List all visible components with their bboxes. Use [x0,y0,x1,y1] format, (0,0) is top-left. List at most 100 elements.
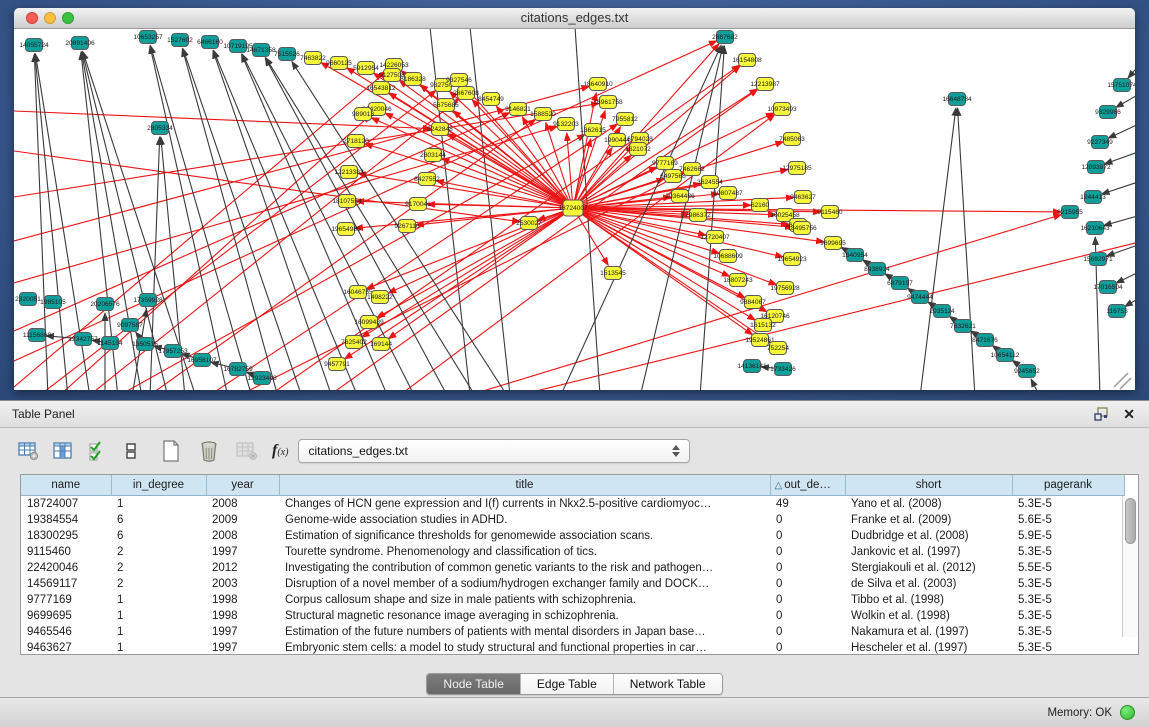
fx-x: (x) [277,447,288,458]
column-header[interactable]: short [845,475,1012,496]
select-columns-button[interactable] [84,439,110,463]
graph-node-label: 2887682 [712,34,738,41]
graph-node-label: 9242848 [427,126,453,133]
graph-node-label: 10973493 [767,106,797,113]
resize-grip[interactable] [1114,373,1131,389]
table-mode-button[interactable] [16,439,42,463]
column-header[interactable]: name [21,475,111,496]
table-row[interactable]: 1830029562008Estimation of significance … [21,528,1124,544]
table-cell: 2003 [206,576,279,592]
close-panel-icon[interactable]: ✕ [1123,407,1135,421]
function-builder-button[interactable]: f(x) [272,442,288,460]
table-cell: 1997 [206,544,279,560]
table-selector-value: citations_edges.txt [299,444,667,458]
table-cell: Jankovic et al. (1997) [845,544,1012,560]
table-cell: Estimation of the future numbers of pati… [279,624,770,640]
column-header[interactable]: year [206,475,279,496]
table-cell: 1 [111,624,206,640]
table-panel-header: Table Panel ✕ [0,400,1149,428]
graph-edge [1116,93,1135,108]
table-vertical-scrollbar[interactable] [1122,496,1138,637]
graph-node-label: 10688609 [713,253,743,260]
create-column-button[interactable] [158,439,184,463]
table-cell: 5.3E-5 [1012,576,1124,592]
table-row[interactable]: 977716911998Corpus callosum shape and si… [21,592,1124,608]
graph-node-label: 6497568 [660,173,686,180]
graph-node-label: 16961758 [593,99,623,106]
column-header[interactable]: in_degree [111,475,206,496]
tab-edge-table[interactable]: Edge Table [521,674,614,694]
table-row[interactable]: 1456911722003Disruption of a novel membe… [21,576,1124,592]
graph-node-label: 14136141 [737,363,767,370]
table-cell: Wolkin et al. (1998) [845,608,1012,624]
table-cell: 0 [770,624,845,640]
tab-network-table[interactable]: Network Table [614,674,722,694]
table-row[interactable]: 969969511998Structural magnetic resonanc… [21,608,1124,624]
column-header[interactable]: △out_de… [770,475,845,496]
graph-node-label: 9245652 [1014,368,1040,375]
row-height-button[interactable] [118,439,144,463]
table-row[interactable]: 946362711997Embryonic stem cells: a mode… [21,640,1124,655]
graph-node-label: 17957253 [158,348,188,355]
window-titlebar[interactable]: citations_edges.txt [14,8,1135,29]
graph-node-label: 7515526 [274,51,300,58]
table-cell: 5.3E-5 [1012,640,1124,655]
table-row[interactable]: 1938455462009Genome-wide association stu… [21,512,1124,528]
graph-node-label: 10807487 [713,190,743,197]
table-cell: 9463627 [21,640,111,655]
table-cell: 19384554 [21,512,111,528]
table-cell: 2008 [206,496,279,513]
table-cell: Corpus callosum shape and size in male p… [279,592,770,608]
graph-node-label: 16782759 [223,366,253,373]
graph-node-label: 16210643 [1080,225,1110,232]
graph-node-label: 9699695 [820,240,846,247]
show-columns-button[interactable] [50,439,76,463]
table-cell: Investigating the contribution of common… [279,560,770,576]
graph-edge [1116,271,1135,283]
column-header[interactable]: title [279,475,770,496]
graph-node-label: 16099489 [354,319,384,326]
graph-edge [210,124,618,390]
table-cell: Genome-wide association studies in ADHD. [279,512,770,528]
table-selector-dropdown[interactable]: citations_edges.txt [298,439,690,463]
graph-node-label: 18107554 [332,198,362,205]
delete-column-button[interactable] [196,439,222,463]
graph-node-label: 62160 [751,202,770,209]
graph-node-label: 7986372 [685,212,711,219]
graph-node-label: 7463822 [300,55,326,62]
table-row[interactable]: 911546021997Tourette syndrome. Phenomeno… [21,544,1124,560]
network-canvas[interactable]: 1405572420891406106532571527602646616010… [14,29,1135,390]
graph-node-label: 16154808 [732,57,762,64]
graph-node-label: 7632621 [950,323,976,330]
graph-edge [1108,123,1135,138]
table-row[interactable]: 2242004622012Investigating the contribut… [21,560,1124,576]
scrollbar-thumb[interactable] [1125,498,1136,544]
table-row[interactable]: 1872400712008Changes of HCN gene express… [21,496,1124,513]
table-row[interactable]: 946554611997Estimation of the future num… [21,624,1124,640]
memory-status-label: Memory: OK [1047,707,1112,719]
table-cell: 0 [770,608,845,624]
float-panel-icon[interactable] [1094,407,1109,421]
table-panel: Table Panel ✕ [0,400,1149,727]
graph-node-label: 2320051 [15,296,41,303]
table-header-row[interactable]: namein_degreeyeartitle△out_de…shortpager… [21,475,1124,496]
graph-node-label: 9329966 [1095,109,1121,116]
graph-node-label: 17016504 [1093,284,1123,291]
tab-node-table[interactable]: Node Table [427,674,521,694]
column-header[interactable]: pagerank [1012,475,1124,496]
graph-node-label: 18807243 [723,277,753,284]
graph-node-label: 17359928 [133,297,163,304]
graph-node-label: 2935114 [929,308,955,315]
table-cell: Disruption of a novel member of a sodium… [279,576,770,592]
table-cell: 1997 [206,624,279,640]
network-window: citations_edges.txt 14055724208914061065… [14,8,1135,390]
graph-node-label: 14671358 [246,47,276,54]
table-cell: 0 [770,592,845,608]
network-graph[interactable]: 1405572420891406106532571527602646616010… [14,29,1135,390]
graph-node-label: 1513545 [600,270,626,277]
window-title: citations_edges.txt [14,10,1135,25]
graph-node-label: 2718120 [343,138,369,145]
table-cell: Tibbo et al. (1998) [845,592,1012,608]
memory-ok-indicator [1120,705,1135,720]
graph-node-label: 8471676 [972,337,998,344]
